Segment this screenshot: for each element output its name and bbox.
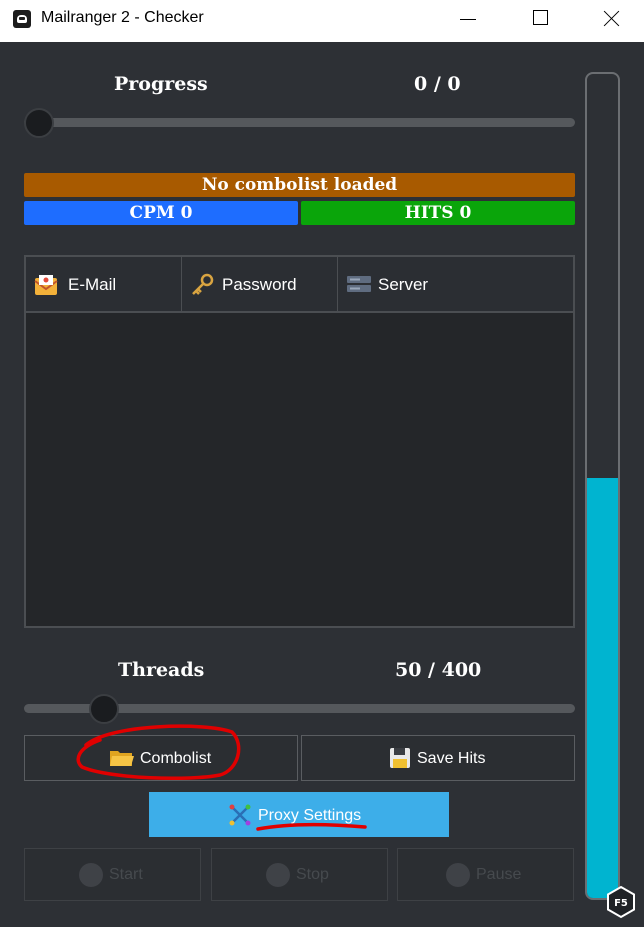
column-label: Server bbox=[378, 275, 429, 294]
stop-button[interactable]: Stop bbox=[211, 848, 388, 901]
column-label: Password bbox=[222, 275, 297, 294]
progress-track[interactable] bbox=[24, 118, 575, 127]
minimize-icon bbox=[460, 19, 476, 20]
maximize-icon bbox=[533, 10, 548, 25]
proxy-settings-label: Proxy Settings bbox=[258, 807, 362, 824]
table-header: E-Mail Password Server bbox=[26, 257, 573, 313]
close-icon bbox=[603, 9, 621, 27]
mail-icon bbox=[34, 275, 58, 295]
threads-label: Threads bbox=[118, 659, 205, 681]
threads-slider-handle[interactable] bbox=[89, 694, 120, 724]
play-icon bbox=[79, 863, 103, 887]
start-button[interactable]: Start bbox=[24, 848, 201, 901]
hits-counter: HITS 0 bbox=[301, 201, 575, 225]
key-icon bbox=[192, 273, 214, 295]
results-table[interactable]: E-Mail Password Server bbox=[24, 255, 575, 628]
save-icon bbox=[390, 748, 410, 768]
close-button[interactable] bbox=[576, 0, 644, 42]
vertical-scrollbar[interactable] bbox=[585, 72, 620, 900]
proxy-network-icon bbox=[229, 804, 251, 826]
window-title: Mailranger 2 - Checker bbox=[41, 9, 204, 26]
threads-value: 50 / 400 bbox=[395, 659, 482, 681]
column-header-server[interactable]: Server bbox=[338, 257, 573, 313]
watermark-badge-icon: F5 bbox=[607, 885, 635, 919]
progress-slider-handle[interactable] bbox=[24, 108, 54, 138]
minimize-button[interactable] bbox=[433, 0, 503, 42]
proxy-settings-button[interactable]: Proxy Settings bbox=[149, 792, 449, 837]
combolist-button-label: Combolist bbox=[140, 750, 212, 767]
stop-button-label: Stop bbox=[296, 866, 329, 883]
stop-icon bbox=[266, 863, 290, 887]
column-label: E-Mail bbox=[68, 275, 117, 294]
pause-icon bbox=[446, 863, 470, 887]
combolist-button[interactable]: Combolist bbox=[24, 735, 298, 781]
save-hits-label: Save Hits bbox=[417, 750, 486, 767]
column-header-email[interactable]: E-Mail bbox=[26, 257, 182, 313]
cpm-counter: CPM 0 bbox=[24, 201, 298, 225]
progress-label: Progress bbox=[114, 73, 208, 95]
scrollbar-fill[interactable] bbox=[587, 478, 618, 898]
title-bar: Mailranger 2 - Checker bbox=[0, 0, 644, 42]
pause-button[interactable]: Pause bbox=[397, 848, 574, 901]
column-header-password[interactable]: Password bbox=[182, 257, 338, 313]
pause-button-label: Pause bbox=[476, 866, 522, 883]
save-hits-button[interactable]: Save Hits bbox=[301, 735, 575, 781]
start-button-label: Start bbox=[109, 866, 143, 883]
server-icon bbox=[347, 276, 371, 292]
progress-value: 0 / 0 bbox=[414, 73, 461, 95]
app-icon bbox=[13, 10, 31, 28]
badge-text: F5 bbox=[614, 898, 628, 909]
combolist-status-bar: No combolist loaded bbox=[24, 173, 575, 197]
maximize-button[interactable] bbox=[505, 0, 575, 42]
folder-icon bbox=[110, 751, 134, 766]
